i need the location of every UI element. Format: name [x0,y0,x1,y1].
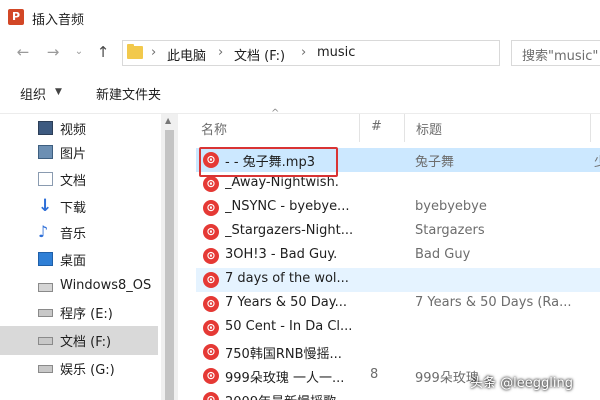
download-icon: ↓ [38,196,53,216]
search-input[interactable]: 搜索"music" [511,40,600,66]
file-title: 兔子舞 [415,155,455,170]
sort-ascending-icon: ^ [271,108,280,119]
file-row[interactable]: ⊙ 7 Years & 50 Day... 7 Years & 50 Days … [196,292,600,316]
sidebar-item-label: 下载 [60,201,87,216]
file-name: 3OH!3 - Bad Guy. [225,247,338,262]
sidebar-item-pictures[interactable]: 图片 [0,138,158,167]
sidebar-item-label: 音乐 [60,227,87,242]
sidebar-item-label: 桌面 [60,254,87,269]
audio-file-icon: ⊙ [203,248,219,264]
sidebar-scrollbar[interactable]: ▲ [161,114,178,400]
sidebar-item-label: 视频 [60,123,87,138]
breadcrumb-this-pc[interactable]: 此电脑 [167,45,206,64]
audio-file-icon: ⊙ [203,368,219,384]
video-icon [38,121,53,135]
breadcrumb-separator-icon: › [151,45,157,60]
scroll-up-icon[interactable]: ▲ [165,116,171,125]
column-header-number[interactable]: # [371,119,382,134]
sidebar-item-drive-e[interactable]: 程序 (E:) [0,298,158,327]
sidebar-item-label: 文档 (F:) [60,335,112,350]
sidebar-item-documents[interactable]: 文档 [0,165,158,194]
drive-icon [38,337,53,345]
file-name: _Stargazers-Night... [225,223,354,238]
audio-file-icon: ⊙ [203,176,219,192]
audio-file-icon: ⊙ [203,344,219,360]
file-title: byebyebye [415,199,487,214]
search-placeholder: 搜索"music" [522,49,599,64]
back-arrow-icon[interactable]: ← [14,43,32,61]
file-name: 7 days of the wol... [225,271,349,286]
file-name: 750韩国RNB慢摇... [225,347,342,362]
system-drive-icon [38,283,53,292]
audio-file-icon: ⊙ [203,272,219,288]
sidebar-item-label: 程序 (E:) [60,307,113,322]
file-name: 7 Years & 50 Day... [225,295,347,310]
audio-file-icon: ⊙ [203,224,219,240]
annotation-highlight-box [199,147,338,177]
organize-button[interactable]: 组织 [20,84,46,103]
file-name: 50 Cent - In Da Cl... [225,319,353,334]
file-row[interactable]: ⊙ 3OH!3 - Bad Guy. Bad Guy [196,244,600,268]
navigation-pane: 视频 图片 文档 ↓ 下载 ♪ 音乐 桌面 Windows8_OS 程序 (E:… [0,114,178,400]
window-title: 插入音频 [32,13,85,28]
column-divider[interactable] [359,114,360,142]
sidebar-item-desktop[interactable]: 桌面 [0,245,158,274]
breadcrumb-separator-icon: › [218,45,224,60]
organize-dropdown-icon[interactable]: ▼ [55,87,62,97]
file-contributing-artist: 少 [594,151,600,170]
new-folder-button[interactable]: 新建文件夹 [96,84,161,103]
sidebar-item-drive-f[interactable]: 文档 (F:) [0,326,158,355]
sidebar-item-label: 娱乐 (G:) [60,363,115,378]
file-row[interactable]: ⊙ 750韩国RNB慢摇... [196,340,600,364]
column-header-title[interactable]: 标题 [416,119,442,138]
up-arrow-icon[interactable]: ↑ [94,43,112,61]
desktop-icon [38,252,53,266]
watermark-text: 头条 @leeggling [470,376,573,391]
audio-file-icon: ⊙ [203,200,219,216]
audio-file-icon: ⊙ [203,296,219,312]
documents-icon [38,172,53,186]
powerpoint-app-icon: P [8,9,24,25]
file-row[interactable]: ⊙ _Stargazers-Night... Stargazers [196,220,600,244]
file-title: Bad Guy [415,247,471,262]
file-name: _NSYNC - byebye... [225,199,350,214]
sidebar-item-drive-g[interactable]: 娱乐 (G:) [0,354,158,383]
column-divider[interactable] [590,114,591,142]
file-title: Stargazers [415,223,485,238]
folder-icon [127,44,143,59]
file-row[interactable]: ⊙ 7 days of the wol... [196,268,600,292]
music-icon: ♪ [38,222,49,241]
column-divider[interactable] [404,114,405,142]
column-header-row: ^ 名称 # 标题 [186,108,600,142]
file-row[interactable]: ⊙ _NSYNC - byebye... byebyebye [196,196,600,220]
file-list: ⊙ - - 兔子舞.mp3 兔子舞 少 ⊙ _Away-Nightwish. ⊙… [186,144,600,400]
file-track-number: 8 [370,367,379,382]
drive-icon [38,365,53,373]
sidebar-item-downloads[interactable]: ↓ 下载 [0,192,158,221]
title-bar: P 插入音频 [0,0,600,34]
breadcrumb-music[interactable]: music [317,45,355,60]
file-row[interactable]: ⊙ 50 Cent - In Da Cl... [196,316,600,340]
drive-icon [38,309,53,317]
file-title: 7 Years & 50 Days (Ra... [415,295,572,310]
sidebar-item-label: Windows8_OS [60,278,152,293]
audio-file-icon: ⊙ [203,392,219,400]
forward-arrow-icon[interactable]: → [44,43,62,61]
file-name: _Away-Nightwish. [225,175,339,190]
address-bar[interactable]: › 此电脑 › 文档 (F:) › music ⌄ ⟳ [122,40,588,66]
command-bar: 组织 ▼ 新建文件夹 [0,72,600,114]
file-name: 2009年最新慢摇歌... [225,391,365,400]
breadcrumb-separator-icon: › [301,45,307,60]
column-header-name[interactable]: 名称 [201,119,227,138]
recent-locations-icon[interactable]: ⌄ [70,43,88,61]
sidebar-item-label: 文档 [60,174,87,189]
scrollbar-thumb[interactable] [165,130,174,400]
audio-file-icon: ⊙ [203,320,219,336]
file-name: 999朵玫瑰 一人一... [225,371,345,386]
sidebar-item-label: 图片 [60,147,87,162]
sidebar-item-music[interactable]: ♪ 音乐 [0,218,158,247]
navigation-row: ← → ⌄ ↑ › 此电脑 › 文档 (F:) › music ⌄ ⟳ 搜索"m… [0,34,600,72]
pictures-icon [38,145,53,159]
breadcrumb-documents-drive[interactable]: 文档 (F:) [234,45,285,64]
